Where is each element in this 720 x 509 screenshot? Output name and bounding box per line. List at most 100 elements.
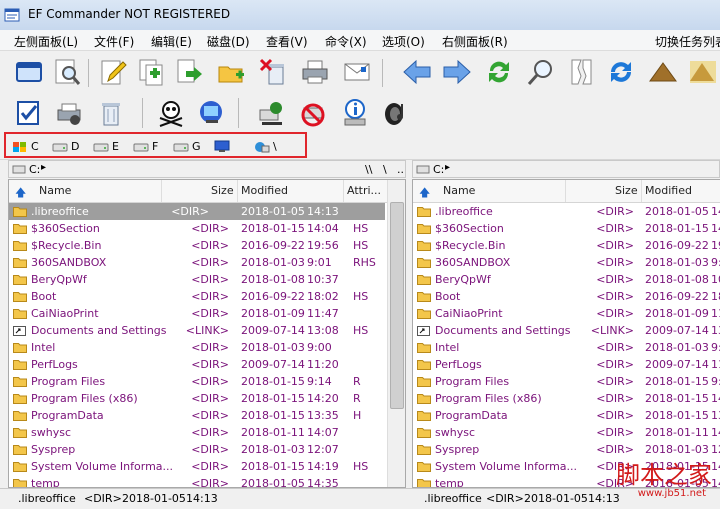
select-button[interactable]: [12, 96, 46, 130]
file-row[interactable]: Program Files (x86) <DIR> 2018-01-1514: [413, 390, 720, 407]
compare-button[interactable]: [564, 55, 598, 89]
skull-icon: [159, 101, 183, 127]
desktop-icon: [214, 140, 230, 152]
file-row[interactable]: Intel <DIR> 2018-01-039:0: [413, 339, 720, 356]
file-date: 2018-01-03: [645, 256, 709, 269]
desktop-button[interactable]: [214, 140, 233, 152]
file-row[interactable]: 360SANDBOX <DIR> 2018-01-039:0: [413, 254, 720, 271]
network-button[interactable]: \: [254, 140, 277, 153]
menu-options[interactable]: 选项(O): [382, 33, 425, 50]
file-row[interactable]: $360Section <DIR> 2018-01-1514: [413, 220, 720, 237]
drive-f-button[interactable]: F: [133, 140, 158, 153]
file-row[interactable]: Boot <DIR> 2016-09-2218: [413, 288, 720, 305]
email-button[interactable]: [340, 55, 374, 89]
drive-d-button[interactable]: D: [52, 140, 79, 153]
forward-button[interactable]: [440, 55, 474, 89]
file-row[interactable]: Program Files <DIR> 2018-01-159:1: [413, 373, 720, 390]
scroll-thumb[interactable]: [390, 202, 404, 409]
file-row[interactable]: swhysc <DIR> 2018-01-1114: [413, 424, 720, 441]
column-modified[interactable]: Modified: [241, 184, 288, 197]
file-row[interactable]: PerfLogs <DIR> 2009-07-1411: [413, 356, 720, 373]
file-row[interactable]: BeryQpWf <DIR> 2018-01-0810: [413, 271, 720, 288]
column-name[interactable]: Name: [443, 184, 475, 197]
menu-edit[interactable]: 编辑(E): [151, 33, 192, 50]
left-scrollbar[interactable]: [387, 180, 405, 487]
file-row[interactable]: $360Section <DIR> 2018-01-15 14:04 HS: [9, 220, 405, 237]
file-row[interactable]: BeryQpWf <DIR> 2018-01-08 10:37: [9, 271, 405, 288]
drive-g-button[interactable]: G: [173, 140, 201, 153]
file-row[interactable]: ProgramData <DIR> 2018-01-15 13:35 H: [9, 407, 405, 424]
print-preview-button[interactable]: [52, 96, 86, 130]
right-path-bar[interactable]: C: ▸: [412, 160, 720, 178]
menu-commands[interactable]: 命令(X): [325, 33, 367, 50]
file-name: .libreoffice: [435, 205, 493, 218]
panel-button[interactable]: [12, 55, 46, 89]
menu-file[interactable]: 文件(F): [94, 33, 134, 50]
file-row[interactable]: Documents and Settings <LINK> 2009-07-1413: [413, 322, 720, 339]
nav-parent-button[interactable]: ..: [397, 163, 404, 176]
recycle-bin-button[interactable]: [94, 96, 128, 130]
move-button[interactable]: [172, 55, 206, 89]
file-row[interactable]: PerfLogs <DIR> 2009-07-14 11:20: [9, 356, 405, 373]
find-button[interactable]: [524, 55, 558, 89]
windows-drive-icon: [13, 141, 26, 152]
menu-left-panel[interactable]: 左侧面板(L): [14, 33, 78, 50]
sort-up-icon[interactable]: 🡅: [15, 184, 26, 203]
network-drive-button[interactable]: [254, 96, 288, 130]
column-size[interactable]: Size: [615, 184, 638, 197]
disconnect-drive-button[interactable]: [296, 96, 330, 130]
file-row[interactable]: System Volume Informa... <DIR> 2018-01-15 1…: [9, 458, 405, 475]
file-row[interactable]: ProgramData <DIR> 2018-01-1513: [413, 407, 720, 424]
column-attributes[interactable]: Attri...: [347, 184, 381, 197]
file-row[interactable]: Intel <DIR> 2018-01-03 9:00: [9, 339, 405, 356]
media-button[interactable]: [378, 96, 412, 130]
left-file-panel[interactable]: 🡅 Name Size Modified Attri... .libreoffi…: [8, 179, 406, 488]
file-row[interactable]: Program Files (x86) <DIR> 2018-01-15 14:20 R: [9, 390, 405, 407]
new-folder-button[interactable]: [214, 55, 248, 89]
file-row[interactable]: .libreoffice <DIR> 2018-01-0514: [413, 203, 720, 220]
refresh-button[interactable]: [482, 55, 516, 89]
left-path-bar[interactable]: C: ▸ \\ \ ..: [8, 160, 406, 178]
drive-c-button[interactable]: C: [12, 140, 39, 153]
file-row[interactable]: CaiNiaoPrint <DIR> 2018-01-09 11:47: [9, 305, 405, 322]
file-row[interactable]: Documents and Settings <LINK> 2009-07-14 13…: [9, 322, 405, 339]
file-row[interactable]: Boot <DIR> 2016-09-22 18:02 HS: [9, 288, 405, 305]
edit-button[interactable]: [96, 55, 130, 89]
compare-icon: [571, 59, 592, 85]
tools-button[interactable]: [686, 55, 720, 89]
search-button[interactable]: [50, 55, 84, 89]
properties-button[interactable]: [338, 96, 372, 130]
archive-button[interactable]: [646, 55, 680, 89]
copy-button[interactable]: [134, 55, 168, 89]
file-row[interactable]: Program Files <DIR> 2018-01-15 9:14 R: [9, 373, 405, 390]
nav-up-button[interactable]: \: [383, 163, 387, 176]
file-size: <DIR>: [191, 341, 229, 354]
sync-button[interactable]: [604, 55, 638, 89]
column-name[interactable]: Name: [39, 184, 71, 197]
column-modified[interactable]: Modified: [645, 184, 692, 197]
file-row[interactable]: $Recycle.Bin <DIR> 2016-09-2219: [413, 237, 720, 254]
file-time: 14:07: [307, 426, 339, 439]
file-row[interactable]: swhysc <DIR> 2018-01-11 14:07: [9, 424, 405, 441]
column-size[interactable]: Size: [211, 184, 234, 197]
wipe-button[interactable]: [154, 96, 188, 130]
file-row[interactable]: .libreoffice <DIR> 2018-01-05 14:13: [9, 203, 385, 220]
file-row[interactable]: $Recycle.Bin <DIR> 2016-09-22 19:56 HS: [9, 237, 405, 254]
file-row[interactable]: Sysprep <DIR> 2018-01-03 12:07: [9, 441, 405, 458]
nav-root-button[interactable]: \\: [365, 163, 372, 176]
print-button[interactable]: [298, 55, 332, 89]
menu-disk[interactable]: 磁盘(D): [207, 33, 250, 50]
right-file-panel[interactable]: 🡅 Name Size Modified .libreoffice <DIR> 20…: [412, 179, 720, 488]
menu-view[interactable]: 查看(V): [266, 33, 308, 50]
drive-e-button[interactable]: E: [93, 140, 119, 153]
file-row[interactable]: CaiNiaoPrint <DIR> 2018-01-0911: [413, 305, 720, 322]
back-button[interactable]: [400, 55, 434, 89]
file-row[interactable]: 360SANDBOX <DIR> 2018-01-03 9:01 RHS: [9, 254, 405, 271]
sort-up-icon[interactable]: 🡅: [419, 184, 430, 203]
delete-button[interactable]: [256, 55, 290, 89]
system-info-button[interactable]: [194, 96, 228, 130]
menu-right-panel[interactable]: 右侧面板(R): [442, 33, 508, 50]
menu-task-list[interactable]: 切换任务列表: [655, 33, 720, 50]
file-row[interactable]: temp <DIR> 2018-01-05 14:35: [9, 475, 405, 487]
file-attributes: HS: [353, 324, 369, 337]
